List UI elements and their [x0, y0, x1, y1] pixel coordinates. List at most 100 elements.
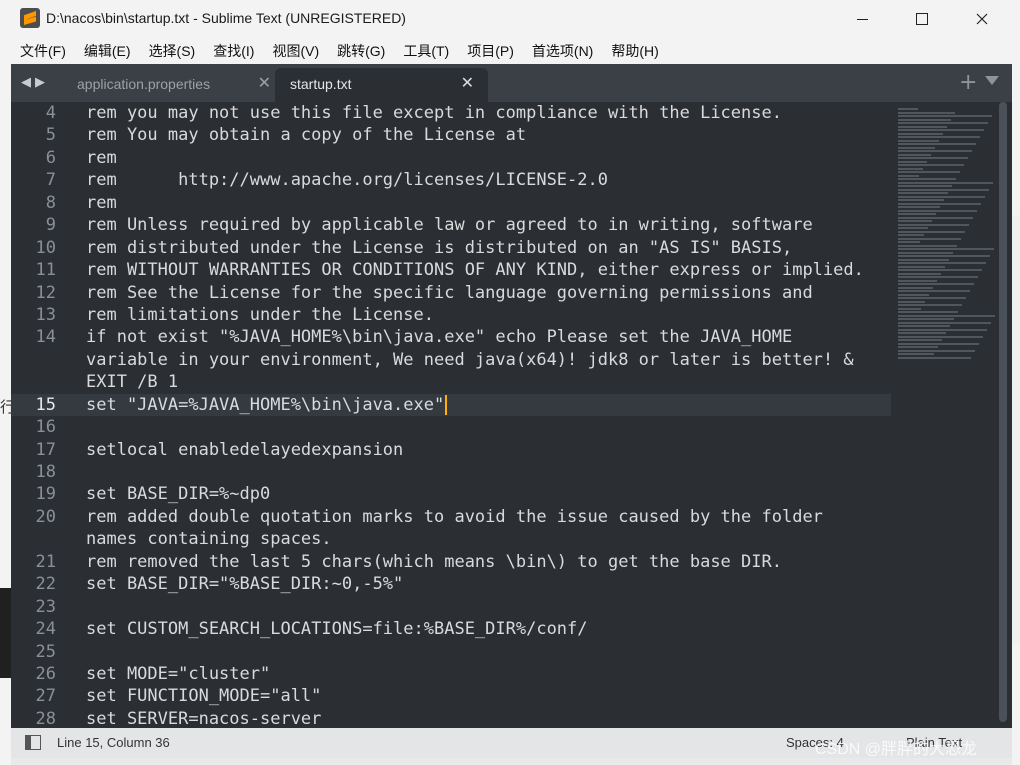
maximize-button[interactable] — [892, 0, 952, 38]
code-line[interactable]: 4 rem you may not use this file except in… — [11, 102, 891, 124]
tab-application-properties[interactable]: application.properties ✕ — [63, 68, 273, 102]
line-number: 5 — [45, 125, 56, 146]
line-number: 25 — [35, 641, 56, 662]
minimap[interactable] — [898, 108, 998, 368]
code-line[interactable]: names containing spaces. — [11, 528, 891, 550]
tab-startup-txt[interactable]: startup.txt ✕ — [275, 68, 488, 102]
menu-find[interactable]: 查找(I) — [204, 41, 263, 61]
minimap-line — [898, 178, 956, 180]
tab-close-icon[interactable]: ✕ — [258, 73, 271, 93]
scrollbar-thumb[interactable] — [999, 102, 1007, 722]
minimap-line — [898, 206, 940, 208]
minimap-line — [898, 297, 966, 299]
minimap-line — [898, 160, 927, 163]
code-line[interactable]: 25 — [11, 641, 891, 663]
code-line[interactable]: 8 rem — [11, 192, 891, 214]
tab-nav-arrows[interactable]: ◀▶ — [21, 75, 49, 90]
minimap-line — [898, 237, 961, 240]
minimap-line — [898, 251, 953, 254]
menu-preferences[interactable]: 首选项(N) — [523, 41, 602, 61]
line-text: variable in your environment, We need ja… — [86, 349, 854, 370]
minimap-line — [898, 346, 938, 348]
minimap-line — [898, 122, 988, 124]
code-line[interactable]: 28 set SERVER=nacos-server — [11, 708, 891, 728]
code-line[interactable]: 5 rem You may obtain a copy of the Licens… — [11, 124, 891, 146]
tab-bar: ◀▶ application.properties ✕ startup.txt … — [11, 64, 1012, 102]
code-line[interactable]: 19 set BASE_DIR=%~dp0 — [11, 483, 891, 505]
vertical-scrollbar[interactable] — [996, 102, 1012, 728]
minimap-line — [898, 153, 931, 156]
code-line[interactable]: 12 rem See the License for the specific l… — [11, 282, 891, 304]
code-line[interactable]: 26 set MODE="cluster" — [11, 663, 891, 685]
line-text: rem added double quotation marks to avoi… — [86, 506, 823, 527]
code-line[interactable]: 23 — [11, 596, 891, 618]
minimap-line — [898, 325, 950, 327]
title-bar[interactable]: D:\nacos\bin\startup.txt - Sublime Text … — [0, 0, 1020, 38]
tab-close-icon[interactable]: ✕ — [461, 73, 474, 93]
minimap-line — [898, 307, 921, 310]
menu-tools[interactable]: 工具(T) — [394, 41, 458, 61]
minimap-line — [898, 272, 941, 275]
minimap-line — [898, 157, 968, 159]
menu-goto[interactable]: 跳转(G) — [328, 41, 394, 61]
code-line[interactable]: 7 rem http://www.apache.org/licenses/LICE… — [11, 169, 891, 191]
code-line[interactable]: 21 rem removed the last 5 chars(which mea… — [11, 551, 891, 573]
line-number: 7 — [45, 170, 56, 191]
code-line[interactable]: 6 rem — [11, 147, 891, 169]
code-line[interactable]: 14 if not exist "%JAVA_HOME%\bin\java.exe… — [11, 326, 891, 348]
close-button[interactable] — [952, 0, 1012, 38]
minimap-line — [898, 328, 987, 331]
menu-help[interactable]: 帮助(H) — [602, 41, 667, 61]
line-text: if not exist "%JAVA_HOME%\bin\java.exe" … — [86, 327, 793, 348]
code-line[interactable]: 10 rem distributed under the License is d… — [11, 237, 891, 259]
code-line[interactable]: 20 rem added double quotation marks to av… — [11, 506, 891, 528]
menu-selection[interactable]: 选择(S) — [140, 41, 205, 61]
menu-project[interactable]: 项目(P) — [458, 41, 523, 61]
new-tab-plus-icon[interactable]: + — [959, 70, 977, 95]
menu-edit[interactable]: 编辑(E) — [75, 41, 140, 61]
minimap-line — [898, 146, 935, 149]
minimap-line — [898, 349, 975, 352]
minimap-line — [898, 356, 971, 359]
editor-area: ◀▶ application.properties ✕ startup.txt … — [11, 64, 1012, 758]
minimap-line — [898, 129, 984, 131]
code-line[interactable]: 9 rem Unless required by applicable law o… — [11, 214, 891, 236]
minimap-line — [898, 335, 983, 338]
code-line[interactable]: variable in your environment, We need ja… — [11, 349, 891, 371]
code-line[interactable]: 27 set FUNCTION_MODE="all" — [11, 685, 891, 707]
code-line[interactable]: 13 rem limitations under the License. — [11, 304, 891, 326]
minimap-line — [898, 248, 994, 250]
code-line[interactable]: 24 set CUSTOM_SEARCH_LOCATIONS=file:%BASE… — [11, 618, 891, 640]
code-line[interactable]: 22 set BASE_DIR="%BASE_DIR:~0,-5%" — [11, 573, 891, 595]
minimap-line — [898, 258, 949, 261]
minimap-line — [898, 171, 960, 173]
minimap-line — [898, 244, 957, 247]
menu-file[interactable]: 文件(F) — [11, 41, 75, 61]
line-number: 19 — [35, 484, 56, 505]
minimize-button[interactable] — [832, 0, 892, 38]
current-line[interactable]: 15 set "JAVA=%JAVA_HOME%\bin\java.exe" — [11, 393, 891, 417]
code-line[interactable]: 17 setlocal enabledelayedexpansion — [11, 439, 891, 461]
code-line[interactable]: EXIT /B 1 — [11, 371, 891, 393]
panel-toggle-icon[interactable] — [25, 735, 41, 750]
minimap-line — [898, 318, 954, 320]
tab-label: startup.txt — [290, 76, 352, 92]
line-text: rem distributed under the License is dis… — [86, 237, 793, 258]
line-number: 26 — [35, 663, 56, 684]
line-text: set CUSTOM_SEARCH_LOCATIONS=file:%BASE_D… — [86, 619, 588, 640]
minimap-line — [898, 220, 932, 222]
code-line[interactable]: 11 rem WITHOUT WARRANTIES OR CONDITIONS O… — [11, 259, 891, 281]
code-line[interactable]: 16 — [11, 416, 891, 438]
line-text: set BASE_DIR="%BASE_DIR:~0,-5%" — [86, 574, 404, 595]
menu-bar: 文件(F) 编辑(E) 选择(S) 查找(I) 视图(V) 跳转(G) 工具(T… — [11, 38, 1012, 64]
menu-view[interactable]: 视图(V) — [263, 41, 328, 61]
code-view[interactable]: 4 rem you may not use this file except in… — [11, 102, 891, 728]
line-number: 10 — [35, 237, 56, 258]
sublime-app-icon[interactable] — [20, 8, 40, 28]
code-line[interactable]: 18 — [11, 461, 891, 483]
minimap-line — [898, 195, 985, 198]
line-number: 4 — [45, 103, 56, 123]
line-number: 18 — [35, 462, 56, 482]
cursor-position: Line 15, Column 36 — [57, 735, 170, 750]
tab-list-dropdown-icon[interactable] — [985, 76, 999, 85]
